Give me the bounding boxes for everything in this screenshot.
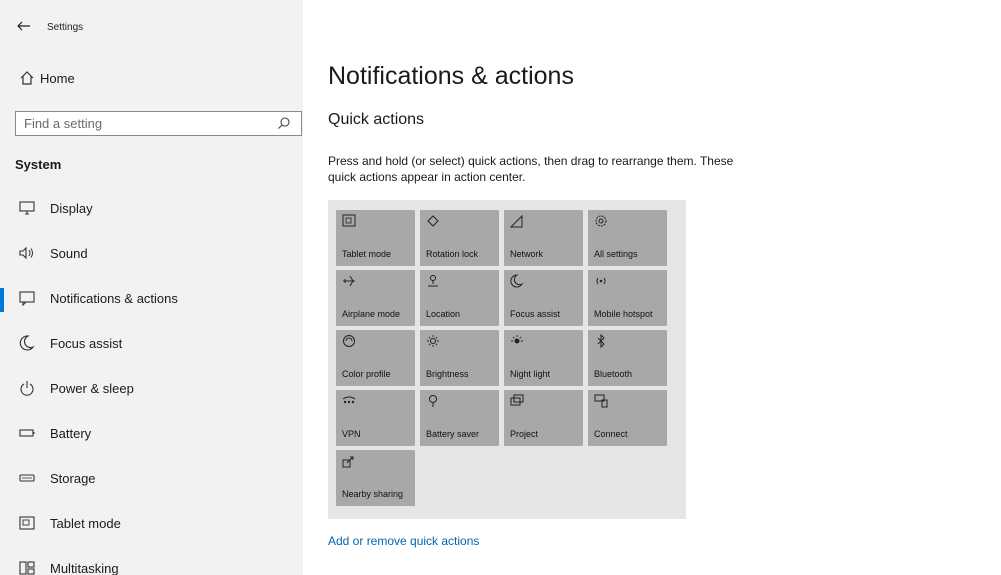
description: Press and hold (or select) quick actions… <box>328 154 734 184</box>
quick-action-focus-assist[interactable]: Focus assist <box>504 270 583 326</box>
quick-action-color-profile[interactable]: Color profile <box>336 330 415 386</box>
quick-action-location[interactable]: Location <box>420 270 499 326</box>
search-input[interactable] <box>16 112 256 135</box>
moon-icon <box>19 335 35 351</box>
section-heading: System <box>15 157 62 172</box>
battery-saver-icon <box>429 395 437 407</box>
quick-action-rotation-lock[interactable]: Rotation lock <box>420 210 499 266</box>
quick-action-bluetooth[interactable]: Bluetooth <box>588 330 667 386</box>
tile-label: Project <box>510 429 539 439</box>
sidebar-item-battery[interactable]: Battery <box>0 411 303 456</box>
connect-icon <box>594 394 608 408</box>
back-arrow-icon <box>17 21 30 31</box>
color-profile-icon <box>343 335 355 347</box>
tile-label: Bluetooth <box>594 369 633 379</box>
add-remove-quick-actions-link[interactable]: Add or remove quick actions <box>328 534 479 548</box>
tile-label: Brightness <box>426 369 469 379</box>
sidebar-item-label: Sound <box>50 246 88 261</box>
power-icon <box>20 381 34 396</box>
title-bar: Settings <box>0 0 303 50</box>
tablet-icon <box>19 516 35 530</box>
tile-label: Airplane mode <box>342 309 401 319</box>
sidebar-item-sound[interactable]: Sound <box>0 231 303 276</box>
quick-action-battery-saver[interactable]: Battery saver <box>420 390 499 446</box>
sidebar-item-label: Battery <box>50 426 92 441</box>
sidebar-item-notifications[interactable]: Notifications & actions <box>0 276 303 321</box>
sidebar-item-focus-assist[interactable]: Focus assist <box>0 321 303 366</box>
location-icon <box>428 275 438 287</box>
sidebar-item-tablet-mode[interactable]: Tablet mode <box>0 501 303 546</box>
quick-action-mobile-hotspot[interactable]: Mobile hotspot <box>588 270 667 326</box>
multitasking-icon <box>19 561 35 575</box>
search-box[interactable] <box>15 111 302 136</box>
main-content: Notifications & actions Quick actions Pr… <box>303 0 1001 575</box>
tile-label: Battery saver <box>426 429 480 439</box>
night-light-icon <box>511 335 523 344</box>
quick-action-brightness[interactable]: Brightness <box>420 330 499 386</box>
monitor-icon <box>19 201 35 215</box>
quick-action-tablet-mode[interactable]: Tablet mode <box>336 210 415 266</box>
sidebar-item-power-sleep[interactable]: Power & sleep <box>0 366 303 411</box>
quick-action-night-light[interactable]: Night light <box>504 330 583 386</box>
notifications-icon <box>19 291 35 307</box>
rotation-lock-icon <box>427 215 439 227</box>
hotspot-icon <box>596 277 606 285</box>
sidebar-home[interactable]: Home <box>0 65 303 91</box>
tile-label: Mobile hotspot <box>594 309 653 319</box>
tile-label: Night light <box>510 369 551 379</box>
project-icon <box>510 394 524 406</box>
tile-label: Tablet mode <box>342 249 392 259</box>
quick-actions-panel: Tablet mode Rotation lock Network All se… <box>328 200 686 519</box>
back-button[interactable] <box>12 18 36 34</box>
sidebar-item-storage[interactable]: Storage <box>0 456 303 501</box>
quick-action-vpn[interactable]: VPN <box>336 390 415 446</box>
tile-label: Rotation lock <box>426 249 479 259</box>
tile-label: All settings <box>594 249 638 259</box>
home-label: Home <box>40 71 75 86</box>
tile-label: Nearby sharing <box>342 489 404 499</box>
tile-label: Focus assist <box>510 309 561 319</box>
brightness-icon <box>427 335 439 347</box>
sidebar-item-label: Tablet mode <box>50 516 121 531</box>
page-title: Notifications & actions <box>328 62 574 90</box>
quick-action-airplane-mode[interactable]: Airplane mode <box>336 270 415 326</box>
tile-label: Location <box>426 309 461 319</box>
sidebar-item-label: Display <box>50 201 93 216</box>
tile-label: Color profile <box>342 369 391 379</box>
battery-icon <box>19 429 35 437</box>
quick-action-nearby-sharing[interactable]: Nearby sharing <box>336 450 415 506</box>
sidebar-item-display[interactable]: Display <box>0 186 303 231</box>
sidebar-nav: Display Sound Notifications & actions Fo… <box>0 186 303 575</box>
gear-icon <box>595 215 607 227</box>
home-icon <box>20 71 34 85</box>
sidebar-item-label: Storage <box>50 471 96 486</box>
search-icon[interactable] <box>277 116 291 130</box>
sidebar-item-label: Notifications & actions <box>50 291 178 306</box>
speaker-icon <box>19 246 33 260</box>
vpn-icon <box>342 396 356 404</box>
network-icon <box>510 214 523 228</box>
quick-action-connect[interactable]: Connect <box>588 390 667 446</box>
sidebar: Settings Home System Display Sound Notif… <box>0 0 303 575</box>
bluetooth-icon <box>597 334 605 348</box>
section-title: Quick actions <box>328 111 425 128</box>
quick-action-network[interactable]: Network <box>504 210 583 266</box>
tile-label: Connect <box>594 429 628 439</box>
sidebar-item-label: Focus assist <box>50 336 123 351</box>
tile-label: Network <box>510 249 544 259</box>
sidebar-item-label: Multitasking <box>50 561 119 575</box>
sidebar-item-label: Power & sleep <box>50 381 134 396</box>
selection-indicator <box>0 288 4 312</box>
tile-label: VPN <box>342 429 361 439</box>
quick-action-all-settings[interactable]: All settings <box>588 210 667 266</box>
moon-icon <box>510 274 524 288</box>
airplane-icon <box>343 275 355 287</box>
tablet-mode-icon <box>342 214 356 227</box>
app-title: Settings <box>47 22 84 33</box>
storage-icon <box>19 474 35 482</box>
nearby-sharing-icon <box>342 456 354 468</box>
quick-action-project[interactable]: Project <box>504 390 583 446</box>
sidebar-item-multitasking[interactable]: Multitasking <box>0 546 303 575</box>
